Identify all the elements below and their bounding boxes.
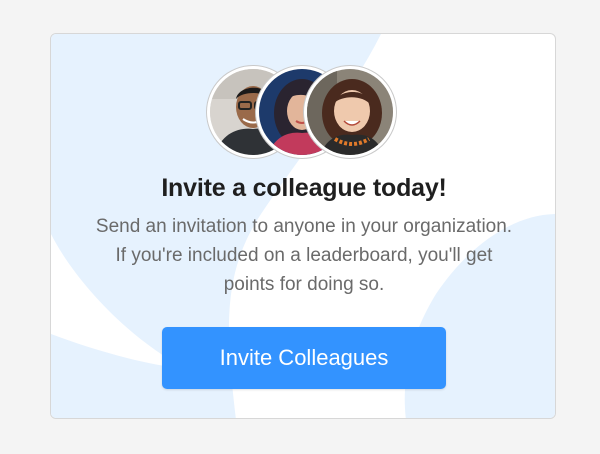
card-description: Send an invitation to anyone in your org… [95,216,513,295]
avatar [304,66,396,158]
invite-card: Invite a colleague today! Send an invita… [50,33,556,419]
person-avatar-3-icon [307,69,393,155]
avatar-group [51,66,555,158]
card-title: Invite a colleague today! [161,174,447,202]
invite-colleagues-button[interactable]: Invite Colleagues [162,327,446,389]
